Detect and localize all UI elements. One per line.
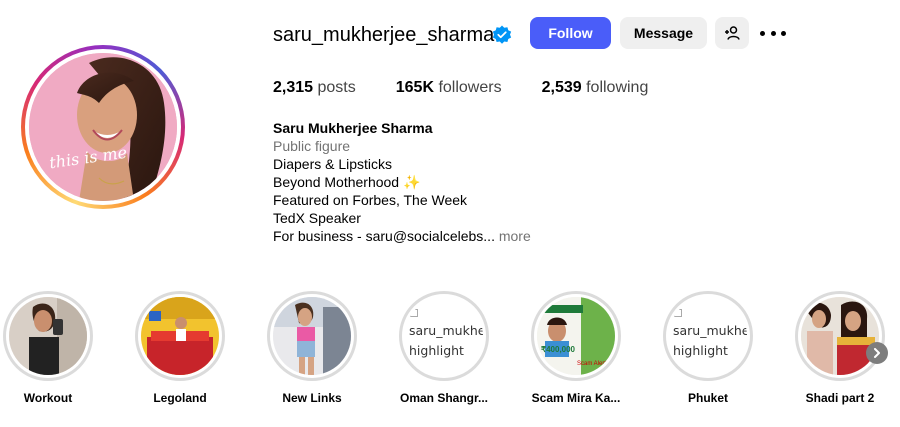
highlight-label: Oman Shangr... [399,391,489,405]
highlight-cover [9,297,87,375]
followers-count[interactable]: 165K followers [396,79,502,97]
bio-line: Beyond Motherhood ✨ [273,174,421,190]
highlights-next-button[interactable] [866,342,888,364]
highlight-label: Legoland [153,391,207,405]
highlight-cover [801,297,879,375]
following-count[interactable]: 2,539 following [542,79,649,97]
posts-count[interactable]: 2,315 posts [273,79,356,97]
posts-label: posts [317,79,356,96]
highlight-alt-text: saru_mukherjee highlight story [673,323,747,358]
highlight-cover-image [801,297,879,375]
follow-button[interactable]: Follow [530,17,611,49]
highlight-legoland[interactable]: Legoland [135,291,225,405]
following-value: 2,539 [541,79,582,96]
highlight-phuket[interactable]: saru_mukherjee highlight story Phuket [663,291,753,405]
bio-category: Public figure [273,138,351,154]
profile-bio: Saru Mukherjee Sharma Public figure Diap… [273,119,531,245]
highlight-ring [795,291,885,381]
highlight-cover-broken: saru_mukherjee highlight story [405,297,483,375]
highlight-new-links[interactable]: New Links [267,291,357,405]
highlight-ring: saru_mukherjee highlight story [663,291,753,381]
more-options-icon[interactable] [760,22,786,44]
bio-business-text: For business - saru@socialcelebs... [273,228,495,244]
followers-value: 165K [395,79,434,96]
broken-image-icon [410,309,418,317]
avatar-image [29,53,177,201]
highlight-cover: ₹400,000 Scam Alert !! [537,297,615,375]
add-person-icon [725,26,740,40]
highlight-label: New Links [282,391,342,405]
highlight-cover [273,297,351,375]
bio-full-name: Saru Mukherjee Sharma [273,120,433,136]
highlight-cover [141,297,219,375]
posts-value: 2,315 [273,79,314,96]
thumb-price: ₹400,000 [541,345,576,354]
highlight-alt-text: saru_mukherjee highlight story [409,323,483,358]
highlight-workout[interactable]: Workout [3,291,93,405]
highlight-ring: ₹400,000 Scam Alert !! [531,291,621,381]
suggest-people-button[interactable] [715,17,749,49]
highlight-ring: saru_mukherjee highlight story [399,291,489,381]
bio-more-link[interactable]: more [499,228,531,244]
highlight-cover-image [9,297,87,375]
following-label: following [586,79,649,96]
followers-label: followers [438,79,502,96]
highlight-label: Phuket [687,391,728,405]
highlight-cover-image [141,297,219,375]
profile-avatar-ring[interactable]: this is me [21,45,185,209]
profile-username: saru_mukherjee_sharma [273,24,495,46]
bio-line-business: For business - saru@socialcelebs... more [273,227,531,245]
highlight-ring [3,291,93,381]
highlight-cover-image [273,297,351,375]
avatar[interactable]: this is me [29,53,177,201]
highlight-label: Workout [23,391,73,405]
highlight-ring [267,291,357,381]
highlight-shadi[interactable]: Shadi part 2 [795,291,885,405]
highlight-label: Shadi part 2 [805,391,875,405]
highlight-ring [135,291,225,381]
bio-line: Featured on Forbes, The Week [273,192,468,208]
highlight-label: Scam Mira Ka... [531,391,621,405]
highlight-scam[interactable]: ₹400,000 Scam Alert !! Scam Mira Ka... [531,291,621,405]
highlight-oman[interactable]: saru_mukherjee highlight story Oman Shan… [399,291,489,405]
bio-line: Diapers & Lipsticks [273,156,393,172]
broken-image-icon [674,309,682,317]
thumb-tag: Scam Alert !! [577,361,612,367]
highlight-cover-broken: saru_mukherjee highlight story [669,297,747,375]
avatar-border: this is me [25,49,181,205]
bio-line: TedX Speaker [273,210,361,226]
profile-stats: 2,315 posts 165K followers 2,539 followi… [273,79,688,97]
chevron-right-icon [874,348,880,358]
message-button[interactable]: Message [620,17,707,49]
verified-badge-icon [492,25,512,44]
